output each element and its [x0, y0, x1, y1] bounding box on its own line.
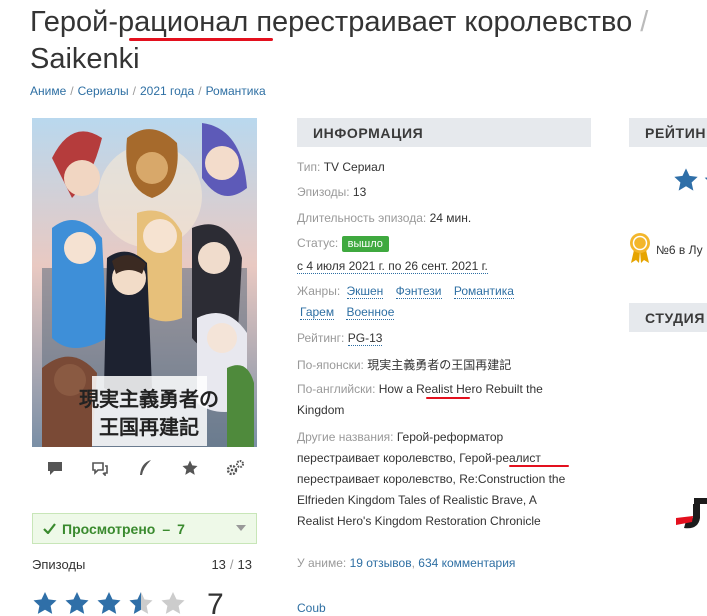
quill-icon[interactable] [135, 458, 155, 478]
anime-action-bar [32, 455, 257, 481]
info-heading: ИНФОРМАЦИЯ [297, 118, 591, 147]
check-icon [43, 521, 56, 537]
rank-text[interactable]: №6 в Лу [656, 243, 703, 257]
breadcrumb-year[interactable]: 2021 года [140, 84, 194, 98]
genre-harem[interactable]: Гарем [300, 305, 335, 320]
other-names-line1: Герой-реформатор [396, 430, 504, 444]
other-names-line3: перестраивает королевство, Re:Constructi… [297, 472, 566, 486]
rating-value[interactable]: PG-13 [347, 331, 383, 346]
genre-action[interactable]: Экшен [346, 284, 384, 299]
info-duration-row: Длительность эпизода: 24 мин. [297, 211, 471, 225]
poster-image: 現実主義勇者の 王国再建記 [32, 118, 257, 447]
info-type-row: Тип: TV Сериал [297, 160, 385, 174]
comments-icon[interactable] [45, 458, 65, 478]
discussion-icon[interactable] [90, 458, 110, 478]
japanese-label: По-японски: [297, 358, 364, 372]
info-rating-row: Рейтинг: PG-13 [297, 331, 383, 346]
watch-status-label: Просмотрено [62, 520, 156, 537]
episodes-value: 13 [352, 185, 367, 199]
genre-romance[interactable]: Романтика [453, 284, 514, 299]
duration-value: 24 мин. [429, 211, 472, 225]
comments-link[interactable]: 634 комментария [418, 556, 515, 570]
rating-label: Рейтинг: [297, 331, 345, 345]
title-separator: / [640, 6, 649, 38]
type-label: Тип: [297, 160, 321, 174]
title-main: Герой-рационал перестраивает королевство [30, 6, 633, 38]
title-underline-mark [129, 38, 273, 41]
episodes-watched[interactable]: 13 [211, 557, 225, 572]
genre-military[interactable]: Военное [346, 305, 395, 320]
info-genres-row: Жанры: Экшен Фэнтези Романтика [297, 284, 514, 299]
award-medal-icon [628, 232, 652, 267]
breadcrumb: Аниме / Сериалы/2021 года / Романтика [30, 84, 266, 98]
other-names-line4: Elfrieden Kingdom Tales of Realistic Bra… [297, 493, 537, 507]
status-badge: вышло [341, 236, 389, 252]
poster-artwork: 現実主義勇者の 王国再建記 [32, 118, 257, 447]
rating-stars-icon[interactable] [32, 591, 202, 616]
settings-gears-icon[interactable] [225, 458, 245, 478]
realist-underline-mark [426, 397, 470, 399]
genres-label: Жанры: [297, 284, 341, 298]
watch-status-count: 7 [177, 520, 185, 537]
realist-ru-underline-mark [509, 465, 569, 467]
japanese-title: 現実主義勇者の王国再建記 [367, 358, 512, 372]
english-label: По-английски: [297, 382, 376, 396]
title-sub: Saikenki [30, 43, 140, 75]
info-dates-row: с 4 июля 2021 г. по 26 сент. 2021 г. [297, 259, 488, 274]
rank-row: №6 в Лу [628, 232, 703, 267]
info-episodes-row: Эпизоды: 13 [297, 185, 366, 199]
info-status-row: Статус: вышло [297, 236, 389, 252]
episodes-label: Эпизоды: [297, 185, 350, 199]
studio-logo-icon[interactable] [676, 498, 707, 537]
info-stats-row: У аниме: 19 отзывов, 634 комментария [297, 556, 516, 570]
episodes-progress: Эпизоды 13/13 [32, 557, 252, 572]
rating-star-icon [672, 166, 700, 199]
episodes-progress-label: Эпизоды [32, 557, 86, 572]
chevron-down-icon [236, 523, 246, 534]
svg-text:現実主義勇者の: 現実主義勇者の [79, 387, 219, 411]
rating-star-partial-icon [703, 170, 707, 188]
in-anime-label: У аниме: [297, 556, 347, 570]
coub-link[interactable]: Coub [297, 601, 326, 615]
english-title-line2: Kingdom [297, 403, 345, 417]
info-other-names-row: Другие названия: Герой-реформатор [297, 430, 503, 444]
user-rating-stars[interactable] [32, 591, 202, 616]
type-value: TV Сериал [323, 160, 385, 174]
info-japanese-row: По-японски: 現実主義勇者の王国再建記 [297, 356, 511, 373]
breadcrumb-romance[interactable]: Романтика [206, 84, 266, 98]
other-names-label: Другие названия: [297, 430, 394, 444]
svg-text:王国再建記: 王国再建記 [99, 415, 199, 439]
genre-fantasy[interactable]: Фэнтези [395, 284, 442, 299]
other-names-line2: перестраивает королевство, Герой-реалист [297, 451, 541, 465]
watch-status-dash: – [162, 520, 171, 537]
reviews-link[interactable]: 19 отзывов [350, 556, 412, 570]
user-score: 7 [207, 588, 224, 616]
episodes-total: 13 [237, 557, 252, 572]
breadcrumb-anime[interactable]: Аниме [30, 84, 66, 98]
rating-heading: РЕЙТИН [629, 118, 707, 147]
status-label: Статус: [297, 236, 339, 250]
info-genres-row-2: Гарем Военное [297, 305, 395, 320]
watch-status-dropdown[interactable]: Просмотрено – 7 [32, 513, 257, 544]
episodes-separator: / [229, 557, 234, 572]
other-names-line5: Realist Hero's Kingdom Restoration Chron… [297, 514, 541, 528]
studio-heading: СТУДИЯ [629, 303, 707, 332]
info-english-row: По-английски: How a Realist Hero Rebuilt… [297, 382, 543, 396]
breadcrumb-series[interactable]: Сериалы [78, 84, 129, 98]
star-icon[interactable] [180, 458, 200, 478]
air-dates[interactable]: с 4 июля 2021 г. по 26 сент. 2021 г. [297, 259, 488, 274]
page-title: Герой-рационал перестраивает королевство… [30, 4, 707, 78]
duration-label: Длительность эпизода: [297, 211, 427, 225]
english-title-line1: How a Realist Hero Rebuilt the [378, 382, 543, 396]
